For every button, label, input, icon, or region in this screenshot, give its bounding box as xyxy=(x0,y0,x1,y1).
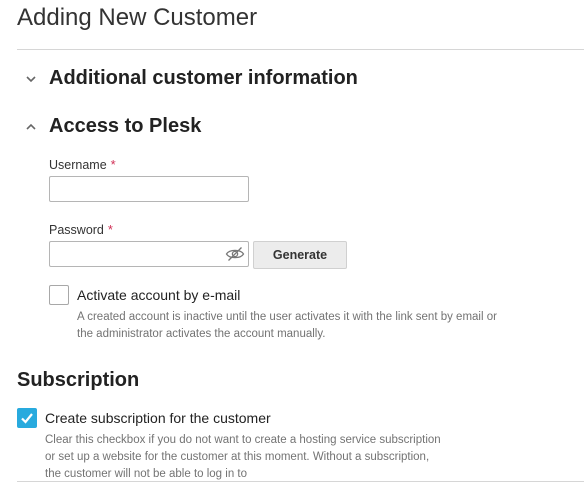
create-subscription-hint: Clear this checkbox if you do not want t… xyxy=(45,434,441,480)
page-title: Adding New Customer xyxy=(17,4,258,31)
create-subscription-label[interactable]: Create subscription for the customer xyxy=(45,410,271,426)
chevron-down-icon xyxy=(26,75,36,82)
subscription-section-title: Subscription xyxy=(17,369,140,391)
chevron-up-icon xyxy=(26,123,36,130)
password-label: Password * xyxy=(49,222,113,237)
required-marker: * xyxy=(110,157,116,172)
required-marker: * xyxy=(107,222,113,237)
title-divider xyxy=(17,49,584,50)
generate-password-button[interactable]: Generate xyxy=(253,241,347,269)
section-toggle-additional-info[interactable]: Additional customer information xyxy=(22,67,358,90)
password-label-text: Password xyxy=(49,223,104,237)
password-input[interactable] xyxy=(49,241,249,267)
username-label-text: Username xyxy=(49,158,107,172)
eye-slash-icon[interactable] xyxy=(225,246,245,262)
section-toggle-access-to-plesk[interactable]: Access to Plesk xyxy=(22,115,201,138)
section-title-access-to-plesk: Access to Plesk xyxy=(49,115,202,137)
activate-by-email-label[interactable]: Activate account by e-mail xyxy=(77,287,240,303)
activate-by-email-checkbox[interactable] xyxy=(49,285,69,305)
username-label: Username * xyxy=(49,157,116,172)
create-subscription-checkbox[interactable] xyxy=(17,408,37,428)
section-title-additional-info: Additional customer information xyxy=(49,67,358,89)
activate-by-email-hint: A created account is inactive until the … xyxy=(77,311,497,340)
checkmark-icon xyxy=(21,413,33,424)
section-divider xyxy=(17,481,584,482)
username-input[interactable] xyxy=(49,176,249,202)
